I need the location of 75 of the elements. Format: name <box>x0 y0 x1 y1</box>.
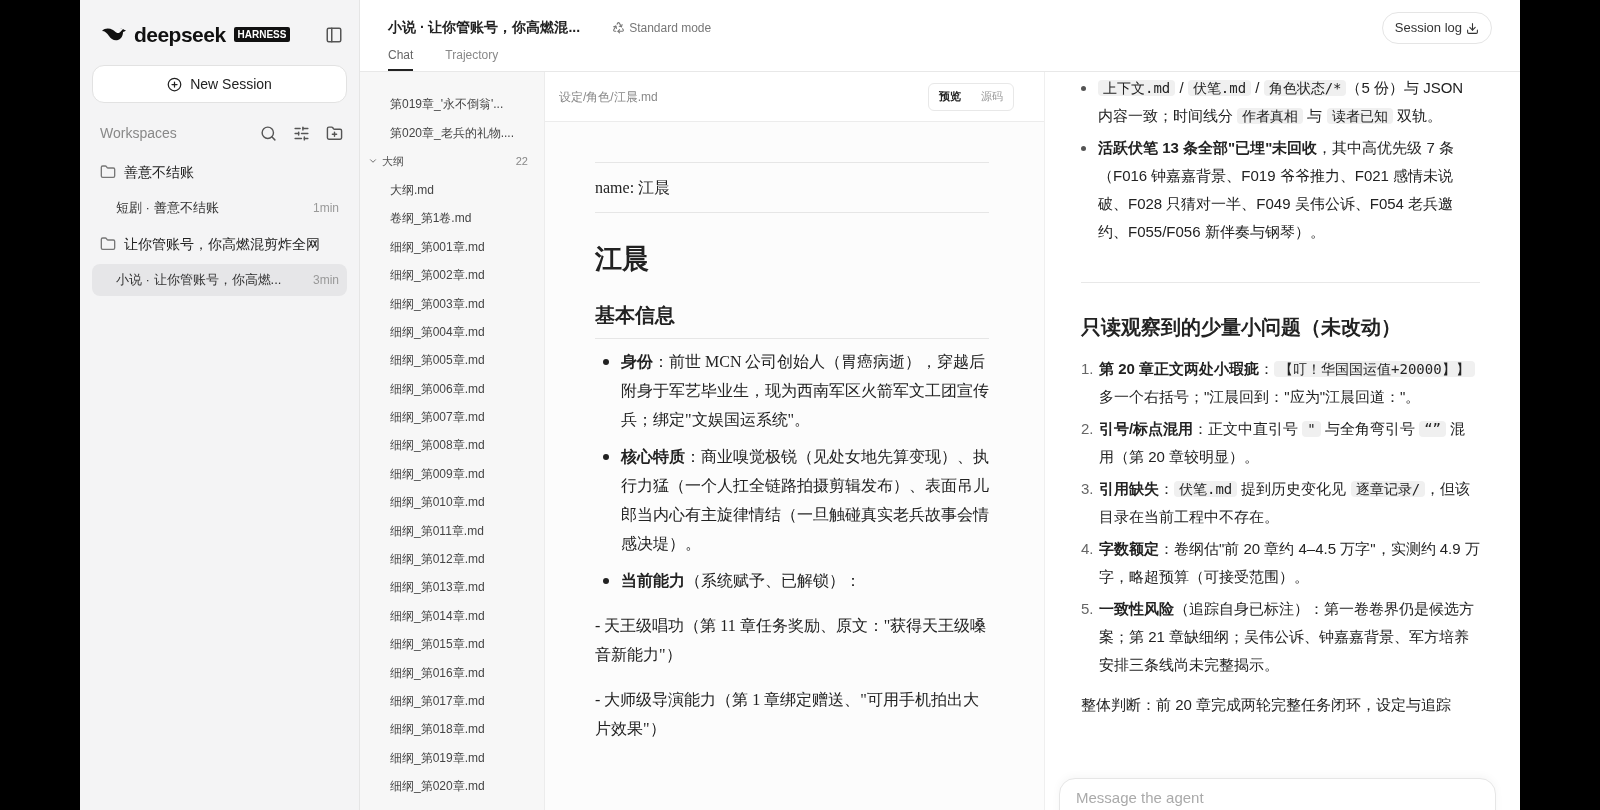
tree-file[interactable]: 细纲_第004章.md <box>360 317 544 347</box>
summary-text: 整体判断：前 20 章完成两轮完整任务闭环，设定与追踪 <box>1081 695 1453 715</box>
list-item-text: 第 20 章正文两处小瑕疵： 【叮！华国国运值+20000】】 多一个右括号；"江晨回到："应为"江晨回道："。 <box>1099 355 1480 411</box>
tree-file[interactable]: 细纲_第015章.md <box>360 630 544 659</box>
list-number: 2. <box>1081 419 1095 439</box>
bullet-text: 核心特质：商业嗅觉极锐（见处女地先算变现）、执行力猛（一个人扛全链路拍摄剪辑发布）、表面吊儿郎当内心有主旋律情结（一旦触碰真实老兵故事会情感决堤）。 <box>621 446 989 554</box>
tree-file[interactable]: 细纲_第009章.md <box>360 459 544 489</box>
filter-icon[interactable] <box>293 125 310 142</box>
list-number: 3. <box>1081 479 1095 499</box>
document-text: - 大师级导演能力（第 1 章绑定赠送、"可用手机拍出大片效果"） <box>595 689 980 739</box>
tree-file[interactable]: 细纲_第020章.md <box>360 772 544 801</box>
tree-folder[interactable]: 大纲 22 <box>360 146 544 176</box>
tree-file[interactable]: 细纲_第005章.md <box>360 346 544 375</box>
bullet-text: 上下文.md / 伏笔.md / 角色状态/* （5 份）与 JSON 内容一致；时间线分 作者真相 与 读者已知 双轨。 <box>1098 78 1465 126</box>
document-text: name: 江晨 <box>595 178 672 198</box>
plus-circle-icon <box>167 76 183 92</box>
document-text: - 天王级唱功（第 11 章任务奖励、原文："获得天王级嗓音新能力"） <box>595 615 988 665</box>
workspace-folder[interactable]: 让你管账号，你高燃混剪炸全网 <box>92 228 347 260</box>
tree-file[interactable]: 细纲_第008章.md <box>360 431 544 460</box>
session-title: 小说 · 让你管账号，你高燃混... <box>388 18 581 37</box>
logo-wordmark: deepseek <box>134 24 226 45</box>
bullet-icon <box>603 453 609 460</box>
bullet-text: 当前能力（系统赋予、已解锁）： <box>621 570 861 591</box>
tree-file[interactable]: 细纲_第007章.md <box>360 402 544 432</box>
tree-file[interactable]: 细纲_第016章.md <box>360 658 544 687</box>
new-session-button[interactable]: New Session <box>92 65 347 103</box>
tree-file[interactable]: 细纲_第010章.md <box>360 488 544 517</box>
tree-file[interactable]: 细纲_第006章.md <box>360 374 544 403</box>
tree-file[interactable]: 卷纲_第1卷.md <box>360 204 544 233</box>
folder-icon <box>100 236 116 252</box>
mode-indicator[interactable]: Standard mode <box>612 18 712 37</box>
folder-icon <box>100 164 116 180</box>
message-input[interactable]: Message the agent <box>1059 778 1496 810</box>
tree-file[interactable]: 细纲_第003章.md <box>360 289 544 318</box>
tree-file[interactable]: 细纲_第001章.md <box>360 232 544 261</box>
list-number: 4. <box>1081 539 1095 559</box>
recycle-icon <box>612 21 626 34</box>
bullet-icon <box>603 577 609 584</box>
tree-file[interactable]: 大纲.md <box>360 175 544 205</box>
tree-file[interactable]: 细纲_第017章.md <box>360 686 544 716</box>
tree-file[interactable]: 细纲_第011章.md <box>360 516 544 545</box>
tree-file[interactable]: 细纲_第014章.md <box>360 601 544 631</box>
tree-file[interactable]: 第020章_老兵的礼物.... <box>360 118 544 147</box>
tree-file[interactable]: 细纲_第018章.md <box>360 715 544 744</box>
list-item-text: 引号/标点混用：正文中直引号 " 与全角弯引号 “” 混用（第 20 章较明显）。 <box>1099 419 1467 467</box>
list-number: 5. <box>1081 599 1095 619</box>
sidebar-toggle-icon[interactable] <box>325 25 343 44</box>
tree-file[interactable]: 细纲_第013章.md <box>360 573 544 602</box>
tree-file[interactable]: 第019章_'永不倒翁'... <box>360 90 544 119</box>
workspaces-label: Workspaces <box>100 124 177 143</box>
document-title: 江晨 <box>595 242 650 276</box>
download-icon <box>1466 21 1479 35</box>
bullet-text: 身份：前世 MCN 公司创始人（胃癌病逝），穿越后附身于军艺毕业生，现为西南军区火箭军文工团宣传兵；绑定"文娱国运系统"。 <box>621 351 989 430</box>
bullet-icon <box>1081 86 1086 91</box>
list-item-text: 字数额定：卷纲估"前 20 章约 4–4.5 万字"，实测约 4.9 万字，略超预算（可接受范围）。 <box>1099 539 1480 587</box>
session-item[interactable]: 短剧 · 善意不结账 1min <box>92 192 347 224</box>
list-number: 1. <box>1081 359 1095 379</box>
file-path: 设定/角色/江晨.md <box>559 88 658 106</box>
tree-file[interactable]: 细纲_第019章.md <box>360 743 544 772</box>
section-heading: 只读观察到的少量小问题（未改动） <box>1081 315 1402 340</box>
search-icon[interactable] <box>260 125 277 142</box>
view-tab[interactable]: Trajectory <box>445 46 499 71</box>
bullet-text: 活跃伏笔 13 条全部"已埋"未回收，其中高优先级 7 条（F016 钟嘉嘉背景、F019 爷爷推力、F021 感情未说破、F028 只猜对一半、F049 吴伟公诉、F054 老兵邀约、F055/F056 新伴奏与钢琴）。 <box>1098 138 1455 242</box>
new-folder-icon[interactable] <box>326 125 343 142</box>
session-log-button[interactable]: Session log <box>1381 12 1492 44</box>
tree-file[interactable]: 细纲_第002章.md <box>360 260 544 290</box>
tree-file[interactable]: 细纲_第012章.md <box>360 544 544 574</box>
section-heading: 基本信息 <box>595 299 989 339</box>
list-item-text: 引用缺失： 伏笔.md 提到历史变化见 逐章记录/ ，但该目录在当前工程中不存在。 <box>1099 479 1472 527</box>
session-item[interactable]: 小说 · 让你管账号，你高燃... 3min <box>92 264 347 296</box>
bullet-icon <box>1081 146 1086 151</box>
bullet-icon <box>603 358 609 365</box>
workspace-folder[interactable]: 善意不结账 <box>92 156 347 188</box>
list-item-text: 一致性风险（追踪自身已标注）：第一卷卷界仍是候选方案；第 21 章缺细纲；吴伟公诉、钟嘉嘉背景、军方培养安排三条线尚未完整揭示。 <box>1099 599 1475 675</box>
logo-tag: HARNESS <box>233 27 291 42</box>
